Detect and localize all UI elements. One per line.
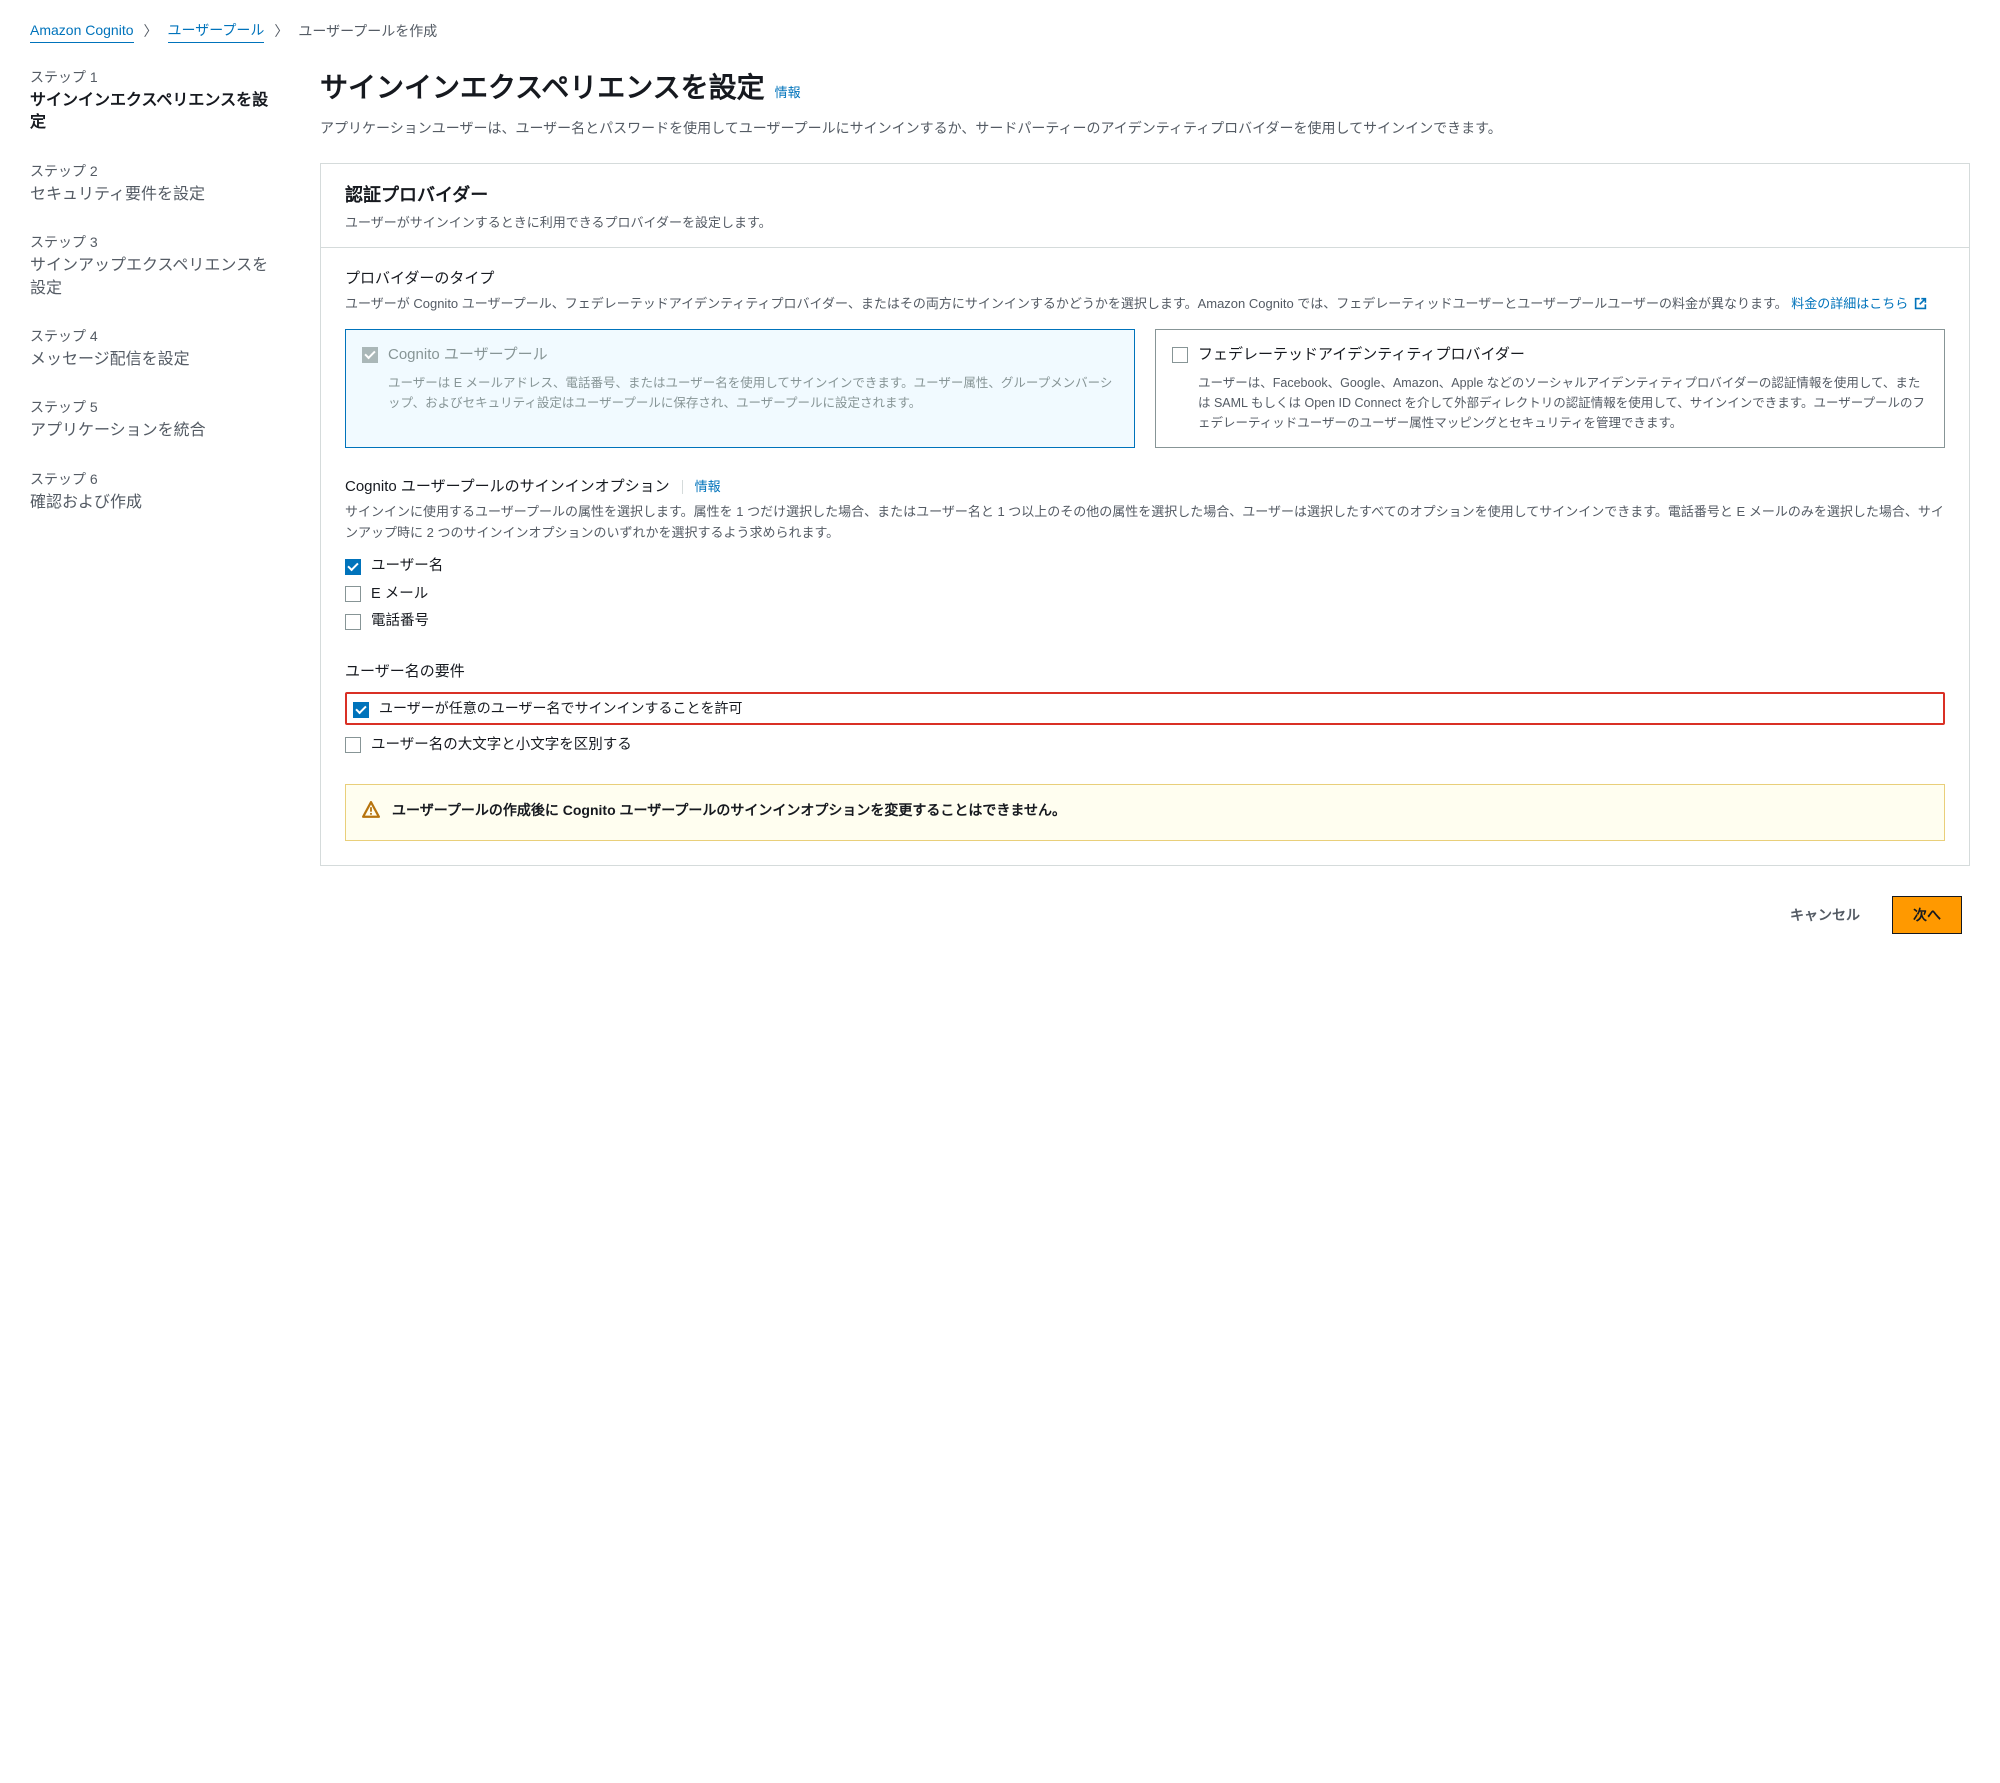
step-title: サインアップエクスペリエンスを設定 xyxy=(30,255,280,300)
checkbox-label: E メール xyxy=(371,584,428,606)
step-number: ステップ 5 xyxy=(30,397,280,418)
checkbox-case-sensitive[interactable]: ユーザー名の大文字と小文字を区別する xyxy=(345,735,1945,757)
info-link[interactable]: 情報 xyxy=(775,83,801,103)
provider-federated-card[interactable]: フェデレーテッドアイデンティティプロバイダー ユーザーは、Facebook、Go… xyxy=(1155,329,1945,448)
info-link[interactable]: 情報 xyxy=(695,477,721,497)
sidebar-step-5[interactable]: ステップ 5 アプリケーションを統合 xyxy=(30,397,280,442)
sidebar-step-2[interactable]: ステップ 2 セキュリティ要件を設定 xyxy=(30,161,280,206)
sidebar-step-1[interactable]: ステップ 1 サインインエクスペリエンスを設定 xyxy=(30,67,280,135)
step-number: ステップ 6 xyxy=(30,469,280,490)
external-link-icon xyxy=(1914,296,1927,317)
step-title: メッセージ配信を設定 xyxy=(30,349,280,371)
checkbox-icon[interactable] xyxy=(345,559,361,575)
step-title: アプリケーションを統合 xyxy=(30,420,280,442)
sidebar-step-3[interactable]: ステップ 3 サインアップエクスペリエンスを設定 xyxy=(30,232,280,300)
pricing-link[interactable]: 料金の詳細はこちら xyxy=(1791,296,1927,311)
card-title: フェデレーテッドアイデンティティプロバイダー xyxy=(1198,344,1525,367)
next-button[interactable]: 次へ xyxy=(1892,896,1962,934)
checkbox-email[interactable]: E メール xyxy=(345,584,1945,606)
breadcrumb-current: ユーザープールを作成 xyxy=(298,21,437,42)
section-title: Cognito ユーザープールのサインインオプション 情報 xyxy=(345,476,1945,499)
sidebar-step-4[interactable]: ステップ 4 メッセージ配信を設定 xyxy=(30,326,280,371)
checkbox-label: ユーザーが任意のユーザー名でサインインすることを許可 xyxy=(379,698,742,719)
checkbox-icon xyxy=(362,347,378,363)
checkbox-icon[interactable] xyxy=(345,737,361,753)
card-description: ユーザーは E メールアドレス、電話番号、またはユーザー名を使用してサインインで… xyxy=(388,373,1118,413)
checkbox-icon[interactable] xyxy=(345,586,361,602)
step-title: 確認および作成 xyxy=(30,492,280,514)
provider-cognito-card: Cognito ユーザープール ユーザーは E メールアドレス、電話番号、または… xyxy=(345,329,1135,448)
provider-type-section: プロバイダーのタイプ ユーザーが Cognito ユーザープール、フェデレーテッ… xyxy=(345,268,1945,448)
page-description: アプリケーションユーザーは、ユーザー名とパスワードを使用してユーザープールにサイ… xyxy=(320,117,1970,139)
alert-text: ユーザープールの作成後に Cognito ユーザープールのサインインオプションを… xyxy=(392,799,1066,821)
breadcrumb-user-pools[interactable]: ユーザープール xyxy=(168,20,265,43)
section-description: サインインに使用するユーザープールの属性を選択します。属性を 1 つだけ選択した… xyxy=(345,502,1945,544)
step-number: ステップ 3 xyxy=(30,232,280,253)
cancel-button[interactable]: キャンセル xyxy=(1770,896,1880,934)
chevron-right-icon: 〉 xyxy=(274,21,288,42)
checkbox-phone[interactable]: 電話番号 xyxy=(345,611,1945,633)
warning-icon xyxy=(362,801,380,825)
checkbox-username[interactable]: ユーザー名 xyxy=(345,556,1945,578)
panel-title: 認証プロバイダー xyxy=(345,182,1945,209)
checkbox-icon[interactable] xyxy=(345,614,361,630)
wizard-footer: キャンセル 次へ xyxy=(320,876,1970,942)
signin-options-section: Cognito ユーザープールのサインインオプション 情報 サインインに使用する… xyxy=(345,476,1945,633)
card-title: Cognito ユーザープール xyxy=(388,344,548,367)
checkbox-label: 電話番号 xyxy=(371,611,429,633)
username-requirements-section: ユーザー名の要件 ユーザーが任意のユーザー名でサインインすることを許可 ユーザー… xyxy=(345,661,1945,756)
step-number: ステップ 2 xyxy=(30,161,280,182)
highlighted-option: ユーザーが任意のユーザー名でサインインすることを許可 xyxy=(345,692,1945,725)
sidebar-step-6[interactable]: ステップ 6 確認および作成 xyxy=(30,469,280,514)
step-number: ステップ 4 xyxy=(30,326,280,347)
card-description: ユーザーは、Facebook、Google、Amazon、Apple などのソー… xyxy=(1198,373,1928,433)
auth-provider-panel: 認証プロバイダー ユーザーがサインインするときに利用できるプロバイダーを設定しま… xyxy=(320,163,1970,865)
chevron-right-icon: 〉 xyxy=(144,21,158,42)
breadcrumb-root[interactable]: Amazon Cognito xyxy=(30,20,134,43)
section-description: ユーザーが Cognito ユーザープール、フェデレーテッドアイデンティティプロ… xyxy=(345,294,1945,317)
section-title: プロバイダーのタイプ xyxy=(345,268,1945,291)
step-title: サインインエクスペリエンスを設定 xyxy=(30,90,280,135)
panel-subtitle: ユーザーがサインインするときに利用できるプロバイダーを設定します。 xyxy=(345,213,1945,233)
checkbox-label: ユーザー名 xyxy=(371,556,443,578)
breadcrumb: Amazon Cognito 〉 ユーザープール 〉 ユーザープールを作成 xyxy=(30,20,1970,43)
step-title: セキュリティ要件を設定 xyxy=(30,184,280,206)
step-number: ステップ 1 xyxy=(30,67,280,88)
checkbox-label: ユーザー名の大文字と小文字を区別する xyxy=(371,735,632,757)
section-title: ユーザー名の要件 xyxy=(345,661,1945,684)
checkbox-icon[interactable] xyxy=(1172,347,1188,363)
warning-alert: ユーザープールの作成後に Cognito ユーザープールのサインインオプションを… xyxy=(345,784,1945,840)
wizard-sidebar: ステップ 1 サインインエクスペリエンスを設定 ステップ 2 セキュリティ要件を… xyxy=(30,67,280,942)
page-title: サインインエクスペリエンスを設定 情報 xyxy=(320,67,1970,109)
divider xyxy=(682,480,683,494)
checkbox-icon[interactable] xyxy=(353,702,369,718)
